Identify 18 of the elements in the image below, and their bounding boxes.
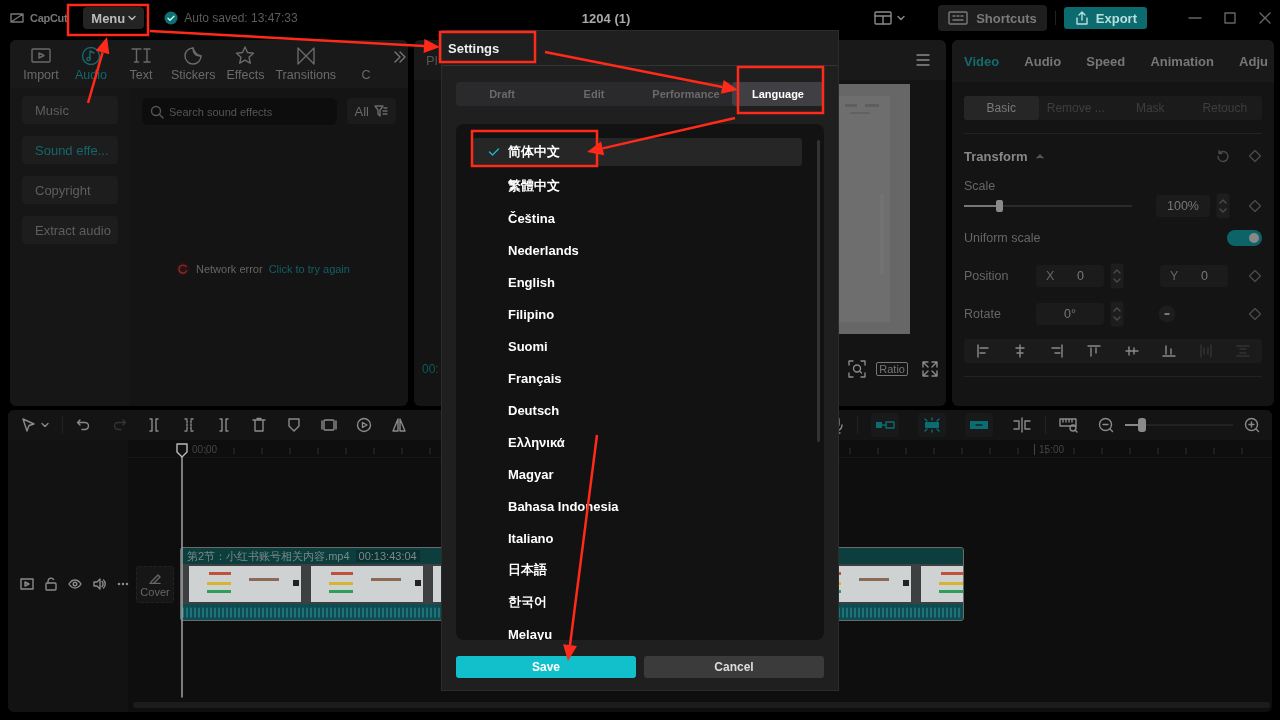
field-label: Uniform scale — [964, 231, 1041, 245]
timecode: 00: — [422, 362, 439, 376]
field-label: Position — [964, 269, 1010, 283]
app-name: CapCut — [30, 12, 68, 24]
axis-label: Y — [1170, 269, 1179, 283]
field-value: 0 — [1077, 269, 1084, 283]
clip-name: 第2节：小红书账号相关内容.mp4 — [187, 548, 350, 564]
field-label: Scale — [964, 179, 997, 193]
panel-title: Pl — [426, 52, 438, 68]
field-label: Rotate — [964, 307, 1002, 321]
section-title: Transform — [964, 148, 1028, 164]
axis-label: X — [1046, 269, 1055, 283]
dialog-title: Settings — [448, 40, 500, 56]
clip-duration: 00:13:43:04 — [355, 550, 420, 562]
autosave-status: Auto saved: 13:47:33 — [184, 11, 298, 25]
field-value: 0 — [1201, 269, 1208, 283]
project-title: 1204 (1) — [581, 11, 631, 26]
error-message: Network error — [196, 263, 263, 275]
